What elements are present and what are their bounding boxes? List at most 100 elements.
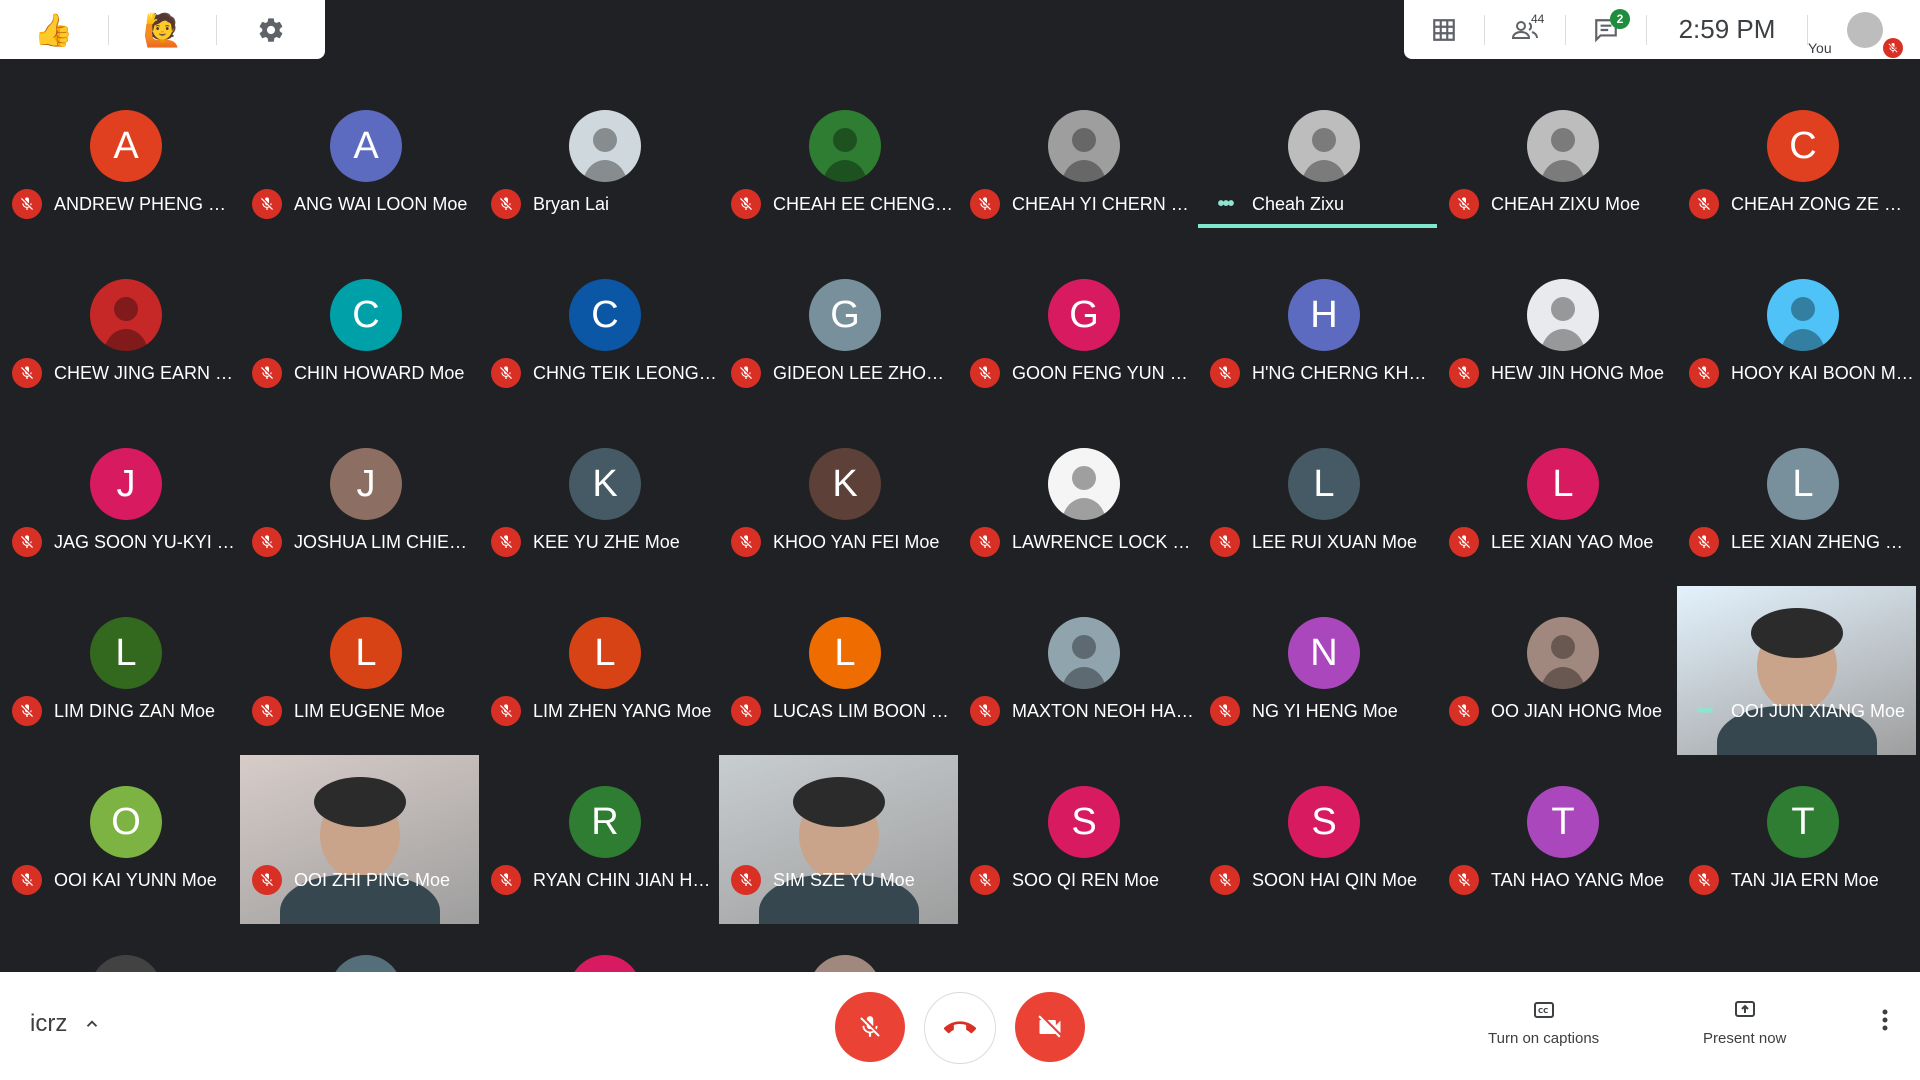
chat-button[interactable]: 2 [1566,0,1646,59]
avatar: K [809,448,881,520]
participant-tile[interactable]: T TAN JIA ERN Moe [1677,755,1916,924]
participant-tile[interactable]: L LIM ZHEN YANG Moe [479,586,718,755]
participant-tile[interactable]: Bryan Lai [479,79,718,248]
participant-tile[interactable]: HOOY KAI BOON Moe [1677,248,1916,417]
participant-tile[interactable]: L LEE RUI XUAN Moe [1198,417,1437,586]
avatar: L [1288,448,1360,520]
participant-tile[interactable]: A ANG WAI LOON Moe [240,79,479,248]
mic-off-icon [970,865,1000,895]
participant-tile[interactable]: L LUCAS LIM BOON TE... [719,586,958,755]
participant-name: Bryan Lai [533,193,610,214]
participant-tile[interactable]: L LEE XIAN YAO Moe [1437,417,1676,586]
participant-tile[interactable]: ••• OOI JUN XIANG Moe [1677,586,1916,755]
hang-up-icon [944,1021,976,1034]
participant-tile[interactable]: SIM SZE YU Moe [719,755,958,924]
self-view[interactable]: You [1808,0,1920,59]
participant-tile[interactable]: L LEE XIAN ZHENG Moe [1677,417,1916,586]
participant-tile[interactable]: LAWRENCE LOCK CH... [958,417,1197,586]
participant-name: LAWRENCE LOCK CH... [1012,531,1196,552]
mic-off-icon [491,696,521,726]
participant-name-row: CHEAH EE CHENG Moe [731,189,958,219]
participant-name-row: LIM EUGENE Moe [252,696,479,726]
participant-tile[interactable]: K KHOO YAN FEI Moe [719,417,958,586]
participant-name-row: CHEAH ZONG ZE Moe [1689,189,1916,219]
participant-name-row: LEE XIAN YAO Moe [1449,527,1676,557]
avatar: J [330,448,402,520]
meeting-details-toggle[interactable]: icrz [30,1010,101,1038]
participant-tile[interactable]: C CHIN HOWARD Moe [240,248,479,417]
participant-tile[interactable]: C CHNG TEIK LEONG M... [479,248,718,417]
participant-name-row: LEE RUI XUAN Moe [1210,527,1437,557]
participant-tile[interactable]: L LIM DING ZAN Moe [0,586,239,755]
toggle-microphone-button[interactable] [835,992,905,1062]
participant-name-row: OO JIAN HONG Moe [1449,696,1676,726]
mic-off-icon [1210,696,1240,726]
participant-tile[interactable]: T TAN HAO YANG Moe [1437,755,1676,924]
leave-call-button[interactable] [924,992,996,1064]
participant-tile[interactable]: N NG YI HENG Moe [1198,586,1437,755]
participant-tile[interactable]: J JAG SOON YU-KYI Moe [0,417,239,586]
participant-tile[interactable]: OOI ZHI PING Moe [240,755,479,924]
settings-gear-icon[interactable] [217,0,325,59]
participant-tile[interactable]: J JOSHUA LIM CHIEW ... [240,417,479,586]
participant-name: LEE XIAN YAO Moe [1491,531,1654,552]
participant-tile[interactable]: HEW JIN HONG Moe [1437,248,1676,417]
participant-tile[interactable]: L LIM EUGENE Moe [240,586,479,755]
participant-name-row: ••• Cheah Zixu [1210,189,1437,219]
thumbs-up-icon[interactable]: 👍 [0,0,108,59]
participant-tile[interactable]: CHEAH YI CHERN Moe [958,79,1197,248]
present-label: Present now [1703,1030,1787,1047]
participant-tile[interactable]: C CHEAH ZONG ZE Moe [1677,79,1916,248]
participant-name-row: Bryan Lai [491,189,718,219]
participant-tile[interactable]: S SOO QI REN Moe [958,755,1197,924]
participant-name-row: MAXTON NEOH HAO ... [970,696,1197,726]
participant-tile[interactable]: CHEW JING EARN Moe [0,248,239,417]
participant-name-row: KEE YU ZHE Moe [491,527,718,557]
avatar: L [809,617,881,689]
participant-tile[interactable]: ••• Cheah Zixu [1198,79,1437,248]
top-right-bar: 44 2 2:59 PM You [1404,0,1920,59]
mic-off-icon [1449,189,1479,219]
mic-off-icon [1689,527,1719,557]
participant-tile[interactable]: R RYAN CHIN JIAN HW... [479,755,718,924]
participant-tile[interactable]: MAXTON NEOH HAO ... [958,586,1197,755]
mic-off-icon [970,189,1000,219]
participant-name: CHEAH ZONG ZE Moe [1731,193,1915,214]
you-label: You [1808,40,1832,56]
avatar [1048,617,1120,689]
participant-tile[interactable]: OO JIAN HONG Moe [1437,586,1676,755]
participant-name: ANDREW PHENG QI JI... [54,193,238,214]
mic-off-icon [12,696,42,726]
present-now-button[interactable]: Present now [1703,998,1786,1047]
people-button[interactable]: 44 [1485,0,1565,59]
participant-tile[interactable]: H H'NG CHERNG KHAI ... [1198,248,1437,417]
more-options-icon[interactable] [1880,1008,1890,1037]
participant-tile[interactable]: A ANDREW PHENG QI JI... [0,79,239,248]
mic-off-icon [1449,696,1479,726]
toggle-camera-button[interactable] [1015,992,1085,1062]
mic-off-icon [252,527,282,557]
participant-tile[interactable]: G GIDEON LEE ZHONG ... [719,248,958,417]
participant-tile[interactable]: CHEAH EE CHENG Moe [719,79,958,248]
mic-off-icon [731,527,761,557]
video-feed [1677,586,1916,755]
raise-hand-icon[interactable]: 🙋 [109,0,217,59]
participant-tile[interactable]: K KEE YU ZHE Moe [479,417,718,586]
mic-off-icon [1689,189,1719,219]
participant-tile[interactable]: O OOI KAI YUNN Moe [0,755,239,924]
captions-button[interactable]: CC Turn on captions [1488,998,1599,1047]
mic-off-icon [252,696,282,726]
mic-off-icon [1689,865,1719,895]
participant-tile[interactable]: S SOON HAI QIN Moe [1198,755,1437,924]
participant-name-row: CHNG TEIK LEONG M... [491,358,718,388]
participant-name: SOON HAI QIN Moe [1252,869,1418,890]
participant-tile[interactable]: CHEAH ZIXU Moe [1437,79,1676,248]
participant-tile[interactable]: G GOON FENG YUN Moe [958,248,1197,417]
participant-name: CHEW JING EARN Moe [54,362,238,383]
participant-name-row: KHOO YAN FEI Moe [731,527,958,557]
layout-grid-button[interactable] [1404,0,1484,59]
avatar: A [330,110,402,182]
speaking-dots-icon: ••• [1217,192,1234,215]
participant-name: JAG SOON YU-KYI Moe [54,531,238,552]
avatar: C [1767,110,1839,182]
